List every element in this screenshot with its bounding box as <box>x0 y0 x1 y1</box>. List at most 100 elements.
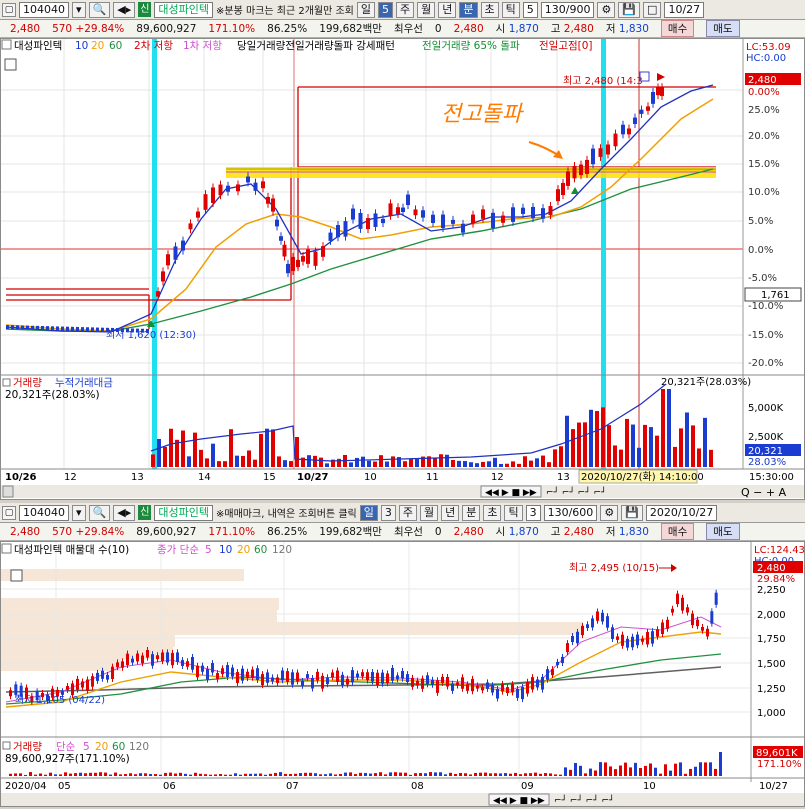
candle <box>311 678 314 689</box>
buy-button[interactable]: 매수 <box>660 20 695 37</box>
date-input[interactable]: 10/27 <box>664 1 705 18</box>
volume-bar <box>289 461 293 467</box>
volume-bar <box>614 769 617 776</box>
candle <box>151 654 154 666</box>
period-num-select-2[interactable]: 3 <box>380 504 396 521</box>
volume-bar <box>385 461 389 467</box>
period-num-select[interactable]: 5 <box>378 1 394 18</box>
range-month-2[interactable]: 월 <box>419 504 439 521</box>
volume-bar <box>535 458 539 467</box>
count-input-2[interactable]: 130/600 <box>543 504 598 521</box>
sell-button-2[interactable]: 매도 <box>706 523 740 540</box>
volume-bar <box>187 456 191 467</box>
volume-bar <box>314 773 317 776</box>
notice-text: ※분봉 마크는 최근 2개월만 조회 <box>216 6 354 17</box>
stock-code-input[interactable]: 104040 <box>19 1 69 18</box>
dropdown-arrow-icon-2[interactable]: ▾ <box>72 504 86 521</box>
candle <box>141 655 144 664</box>
count-input[interactable]: 130/900 <box>540 1 595 18</box>
candle <box>373 213 378 227</box>
ask-2: 2,480 <box>453 525 484 538</box>
candle <box>396 675 399 680</box>
timeline-ruler[interactable]: ⌐┘ ⌐┘ ⌐┘ ⌐┘ <box>546 486 606 498</box>
sell-button[interactable]: 매도 <box>706 20 740 37</box>
high: 고 2,480 <box>550 23 594 35</box>
checkbox[interactable]: □ <box>643 1 662 18</box>
range-minute-2[interactable]: 분 <box>462 504 481 521</box>
tick-num-select[interactable]: 5 <box>522 1 538 18</box>
vol-legend-volume: 거래량 <box>13 377 42 389</box>
candle <box>96 672 99 681</box>
volume-bar <box>493 457 497 467</box>
stock-code-input-2[interactable]: 104040 <box>19 504 69 521</box>
volume-bar <box>429 772 432 776</box>
candle <box>66 686 69 690</box>
range-tick[interactable]: 틱 <box>501 1 520 18</box>
volume-bar <box>409 774 412 776</box>
speaker-icon[interactable]: ◀▸ <box>113 1 136 18</box>
range-year-2[interactable]: 년 <box>441 504 460 521</box>
volume-bar <box>59 774 62 776</box>
range-minute[interactable]: 분 <box>459 1 478 18</box>
tools-icon[interactable]: ⚙ <box>597 1 616 18</box>
volume-bar <box>379 772 382 776</box>
speaker-icon-2[interactable]: ◀▸ <box>113 504 136 521</box>
stock-name[interactable]: 대성파인텍 <box>154 1 214 18</box>
period-day-button-2[interactable]: 일 <box>359 504 378 521</box>
candle <box>476 685 479 689</box>
volume-bar <box>414 773 417 776</box>
volume-bar <box>564 767 567 776</box>
volume-bar <box>34 774 37 776</box>
volume-bar <box>469 462 473 467</box>
search-icon[interactable]: 🔍 <box>88 1 111 18</box>
tools-icon-2[interactable]: ⚙ <box>600 504 619 521</box>
zoom-controls[interactable]: Q − + A <box>741 486 787 499</box>
range-week-2[interactable]: 주 <box>398 504 417 521</box>
top-chart-svg[interactable]: 최고 2,480 (14:3 최저 1,620 (12:30) 전고돌파 대성파… <box>1 39 805 499</box>
candle <box>591 618 594 628</box>
candle <box>701 627 704 631</box>
legend-ma3: 60 <box>109 40 122 52</box>
window-icon-2[interactable]: ▢ <box>2 505 16 520</box>
candle <box>626 638 629 648</box>
annot-high: 최고 2,480 (14:3 <box>563 75 643 87</box>
timeline-ruler-2[interactable]: ⌐┘ ⌐┘ ⌐┘ ⌐┘ <box>554 794 614 806</box>
candle <box>511 207 515 222</box>
search-icon-2[interactable]: 🔍 <box>88 504 111 521</box>
candle <box>266 672 269 683</box>
tick-num-select-2[interactable]: 3 <box>525 504 541 521</box>
save-icon-2[interactable]: 💾 <box>621 504 643 521</box>
candle <box>256 668 259 680</box>
candle <box>696 619 699 627</box>
candle <box>253 182 258 191</box>
date-input-2[interactable]: 2020/10/27 <box>645 504 718 521</box>
range-year[interactable]: 년 <box>438 1 457 18</box>
volume-bar <box>104 772 107 776</box>
volume-bar <box>313 455 317 467</box>
dropdown-arrow-icon[interactable]: ▾ <box>72 1 86 18</box>
buy-button-2[interactable]: 매수 <box>660 523 695 540</box>
volume-bar <box>74 773 77 776</box>
candle <box>181 660 184 666</box>
bottom-chart-svg[interactable]: 최고 2,495 (10/15) 최저 1,105 (04/22) 대성파인텍 … <box>1 542 805 806</box>
range-tick-2[interactable]: 틱 <box>504 504 523 521</box>
handwriting-note: 전고돌파 <box>441 102 525 127</box>
candle <box>561 182 565 196</box>
scroll-left-icon[interactable] <box>2 485 14 498</box>
volume-bar <box>544 773 547 776</box>
window-icon[interactable]: ▢ <box>2 2 16 17</box>
range-week[interactable]: 주 <box>396 1 415 18</box>
period-day-button[interactable]: 일 <box>356 1 376 18</box>
range-month[interactable]: 월 <box>417 1 436 18</box>
axis-1250: 1,250 <box>757 684 786 695</box>
candle <box>306 674 309 679</box>
x-label-9: 13 <box>557 472 570 483</box>
bx-label-1: 05 <box>58 781 71 792</box>
stock-name-2[interactable]: 대성파인텍 <box>154 504 214 521</box>
volume-bar <box>539 773 542 776</box>
save-icon[interactable]: 💾 <box>618 1 641 18</box>
volume: 89,600,927 <box>136 22 197 35</box>
range-second-2[interactable]: 초 <box>483 504 502 521</box>
range-second[interactable]: 초 <box>480 1 499 18</box>
volume-bar <box>367 460 371 467</box>
